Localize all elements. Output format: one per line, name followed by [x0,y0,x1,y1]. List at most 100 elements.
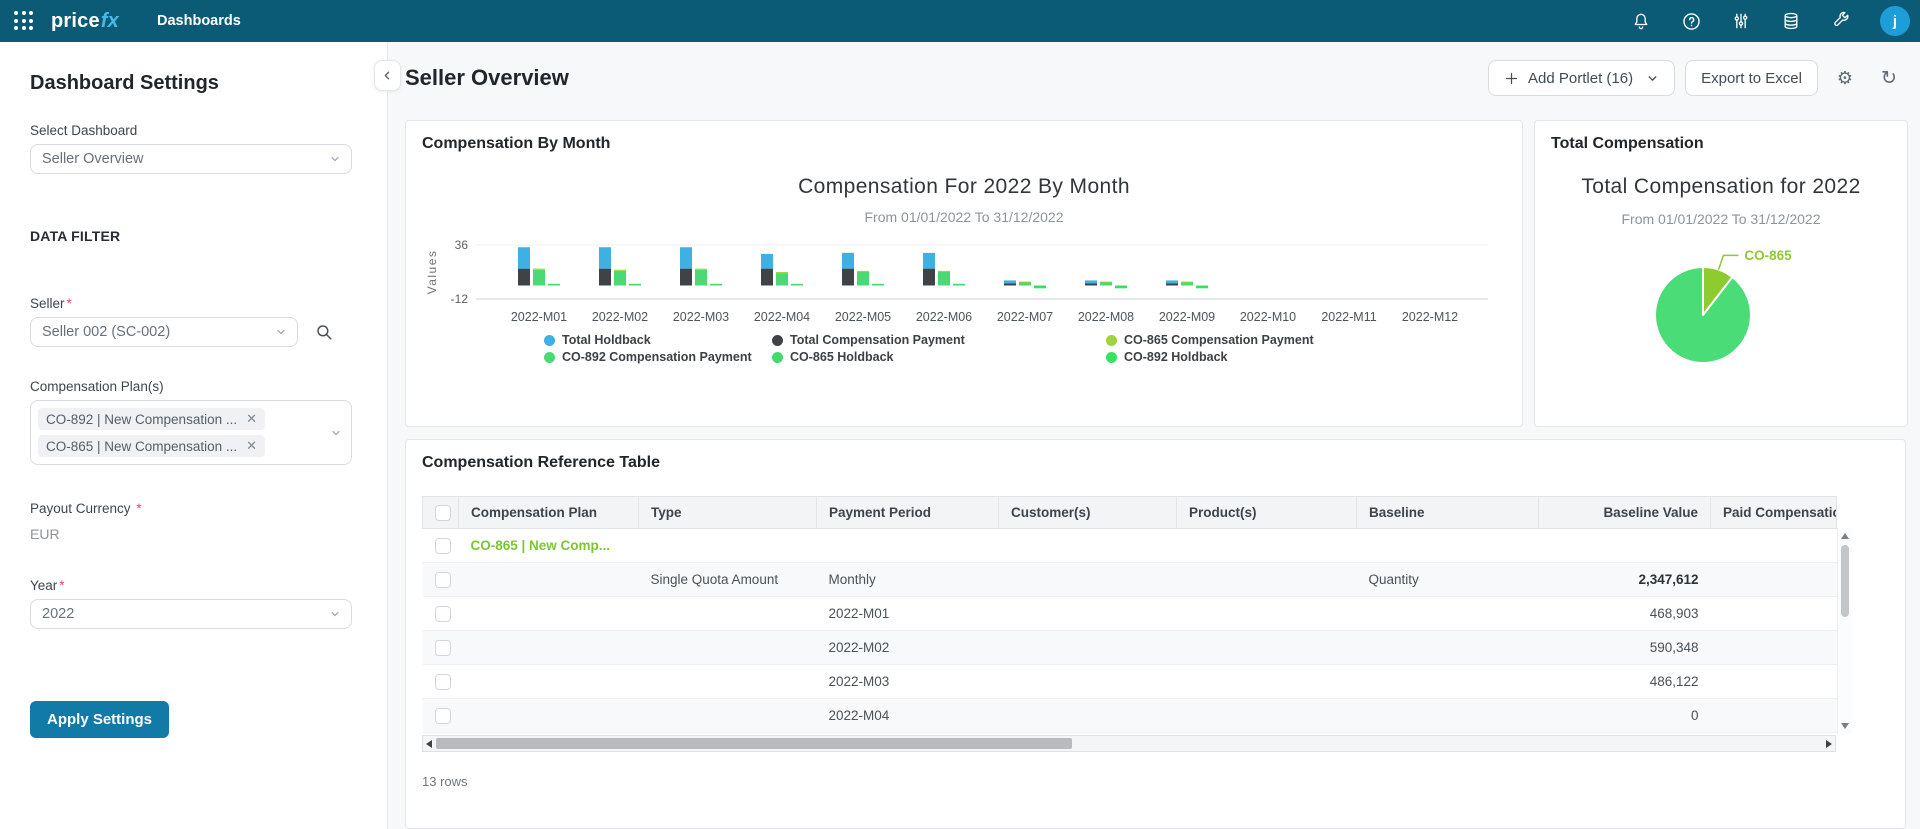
bar-segment[interactable] [1004,283,1016,286]
bar-segment[interactable] [680,247,692,269]
legend-item[interactable]: CO-892 Compensation Payment [544,350,772,364]
bar-segment[interactable] [842,268,854,286]
row-checkbox[interactable] [434,673,451,690]
bar-segment[interactable] [923,268,935,286]
bar-segment[interactable] [1115,285,1127,289]
sidebar-collapse-button[interactable] [374,60,401,91]
notifications-bell-icon[interactable] [1630,10,1652,32]
bar-segment[interactable] [1166,280,1178,284]
legend-item[interactable]: Total Compensation Payment [772,333,1106,347]
vertical-scroll-thumb[interactable] [1841,545,1849,617]
col-header[interactable]: Product(s) [1176,496,1357,529]
bar-segment[interactable] [1100,281,1112,283]
seller-search-icon[interactable] [315,323,333,341]
bar-segment[interactable] [1019,282,1031,286]
bar-segment[interactable] [614,270,626,286]
legend-item[interactable]: Total Holdback [544,333,772,347]
bar-segment[interactable] [518,268,530,286]
row-checkbox[interactable] [434,571,451,588]
database-icon[interactable] [1780,10,1802,32]
col-header[interactable]: Baseline [1356,496,1539,529]
bar-segment[interactable] [923,252,935,269]
user-avatar[interactable]: j [1880,6,1910,36]
admin-wrench-icon[interactable] [1830,10,1852,32]
col-header[interactable]: Baseline Value [1538,496,1711,529]
seller-dropdown[interactable]: Seller 002 (SC-002) [30,317,298,347]
vertical-scrollbar[interactable] [1837,528,1852,734]
bar-segment[interactable] [1100,282,1112,286]
row-checkbox[interactable] [434,605,451,622]
bar-segment[interactable] [1034,285,1046,289]
bar-segment[interactable] [614,269,626,271]
sliders-icon[interactable] [1730,10,1752,32]
col-header[interactable]: Customer(s) [998,496,1177,529]
horizontal-scrollbar[interactable] [422,735,1836,752]
bar-segment[interactable] [518,247,530,269]
bar-segment[interactable] [953,283,965,286]
bar-segment[interactable] [791,283,803,286]
bar-segment[interactable] [533,268,545,270]
row-checkbox[interactable] [434,639,451,656]
legend-item[interactable]: CO-892 Holdback [1106,350,1506,364]
cell-products [1176,596,1357,631]
bar-segment[interactable] [857,270,869,272]
bar-segment[interactable] [695,268,707,270]
select-all-checkbox[interactable] [435,504,451,521]
bar-segment[interactable] [1181,281,1193,283]
scroll-up-arrow[interactable] [1841,533,1849,539]
bar-segment[interactable] [1196,285,1208,289]
bar-segment[interactable] [599,247,611,269]
bar-segment[interactable] [761,254,773,269]
bar-segment[interactable] [842,252,854,269]
bar-segment[interactable] [1019,281,1031,283]
app-grid-icon[interactable] [14,11,34,31]
export-to-excel-button[interactable]: Export to Excel [1685,60,1818,96]
bar-segment[interactable] [629,283,641,286]
bar-segment[interactable] [680,268,692,286]
bar-segment[interactable] [1085,283,1097,286]
bar-segment[interactable] [776,272,788,274]
nav-dashboards[interactable]: Dashboards [157,13,241,29]
bar-segment[interactable] [761,268,773,286]
bar-segment[interactable] [548,283,560,286]
add-portlet-button[interactable]: Add Portlet (16) [1488,60,1676,96]
apply-settings-button[interactable]: Apply Settings [30,701,170,738]
bar-segment[interactable] [710,283,722,286]
bar-segment[interactable] [695,269,707,286]
col-header[interactable]: Payment Period [816,496,999,529]
legend-item[interactable]: CO-865 Holdback [772,350,1106,364]
row-checkbox[interactable] [434,537,451,554]
bar-segment[interactable] [857,272,869,286]
col-header[interactable]: Paid Compensation [1710,496,1837,529]
cell-baseline [1356,630,1539,665]
remove-tag-icon[interactable]: ✕ [246,438,257,454]
col-header[interactable]: Type [638,496,817,529]
bar-segment[interactable] [938,272,950,286]
col-header[interactable]: Compensation Plan [458,496,639,529]
remove-tag-icon[interactable]: ✕ [246,411,257,427]
scroll-left-arrow[interactable] [426,740,432,748]
help-icon[interactable] [1680,10,1702,32]
year-dropdown[interactable]: 2022 [30,599,352,629]
scroll-down-arrow[interactable] [1841,723,1849,729]
dashboard-settings-gear-icon[interactable]: ⚙ [1828,60,1862,96]
horizontal-scroll-thumb[interactable] [436,738,1072,749]
bar-segment[interactable] [599,268,611,286]
bar-segment[interactable] [1004,280,1016,284]
scroll-right-arrow[interactable] [1826,740,1832,748]
bar-segment[interactable] [1085,280,1097,284]
bar-segment[interactable] [1181,282,1193,286]
cell-plan[interactable]: CO-865 | New Comp... [458,528,639,563]
legend-item[interactable]: CO-865 Compensation Payment [1106,333,1506,347]
row-checkbox[interactable] [434,707,451,724]
pie-slice[interactable] [1654,265,1752,364]
bar-segment[interactable] [533,269,545,286]
refresh-icon[interactable]: ↻ [1872,60,1906,96]
bar-segment[interactable] [938,270,950,272]
bar-segment[interactable] [776,273,788,286]
required-asterisk: * [66,296,72,311]
bar-segment[interactable] [1166,283,1178,286]
select-dashboard-dropdown[interactable]: Seller Overview [30,144,352,174]
compensation-plans-multiselect[interactable]: CO-892 | New Compensation ... ✕ CO-865 | … [30,400,352,465]
bar-segment[interactable] [872,283,884,286]
